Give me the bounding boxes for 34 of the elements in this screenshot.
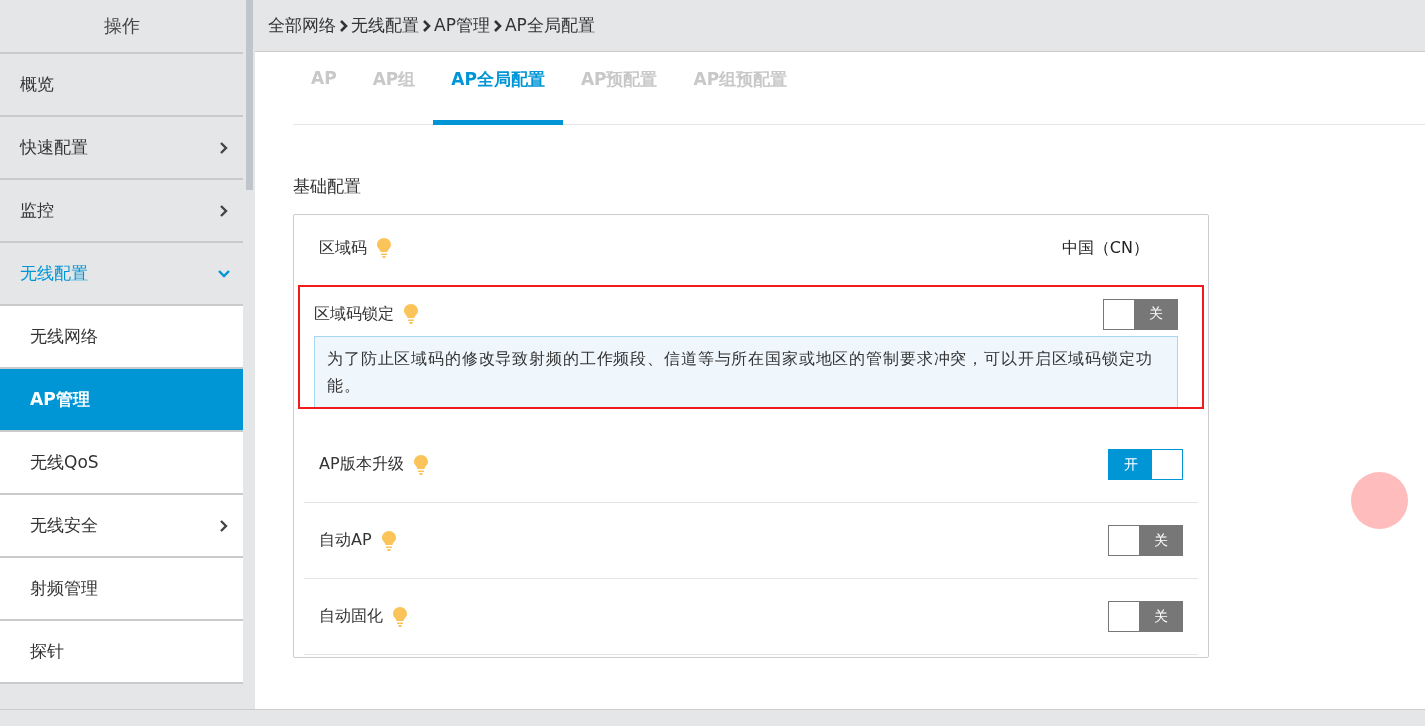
lightbulb-icon[interactable]: [404, 304, 418, 324]
breadcrumb-item[interactable]: AP全局配置: [504, 14, 595, 37]
toggle-switch[interactable]: 关: [1108, 601, 1183, 632]
chevron-icon: [219, 518, 229, 533]
scrollbar[interactable]: [243, 0, 255, 709]
setting-label: AP版本升级: [319, 454, 404, 475]
chevron-icon: [219, 140, 229, 155]
breadcrumb-item[interactable]: 全部网络: [268, 14, 336, 37]
chevron-icon: [339, 18, 348, 33]
breadcrumb-item[interactable]: AP管理: [434, 14, 490, 37]
setting-label: 区域码: [319, 237, 367, 259]
lightbulb-icon[interactable]: [393, 606, 407, 627]
description-text: 为了防止区域码的修改导致射频的工作频段、信道等与所在国家或地区的管制要求冲突，可以开启区域码锁定功能。: [314, 336, 1178, 407]
setting-label: 自动固化: [319, 606, 383, 627]
toggle-switch[interactable]: 关: [1103, 298, 1178, 330]
section-title: 基础配置: [293, 175, 362, 198]
sidebar-subitem[interactable]: 无线安全: [0, 495, 243, 558]
lightbulb-icon[interactable]: [413, 454, 428, 475]
chevron-icon: [492, 18, 502, 33]
breadcrumb-item[interactable]: 无线配置: [351, 14, 419, 37]
sidebar-subitem[interactable]: 射频管理: [0, 558, 243, 621]
lightbulb-icon[interactable]: [377, 238, 391, 258]
lightbulb-icon[interactable]: [381, 530, 396, 551]
setting-label: 区域码锁定: [314, 303, 394, 325]
sidebar-subitem[interactable]: 无线网络: [0, 306, 243, 369]
chevron-icon: [422, 18, 431, 33]
chevron-icon: [217, 268, 231, 279]
chevron-icon: [219, 203, 229, 218]
sidebar-subitem[interactable]: 无线QoS: [0, 432, 243, 495]
toggle-switch[interactable]: 关: [1108, 525, 1183, 556]
setting-label: 自动AP: [319, 530, 372, 551]
setting-value: 中国（CN）: [1061, 237, 1149, 259]
sidebar-subitem[interactable]: 探针: [0, 621, 243, 684]
click-marker: [1351, 472, 1408, 529]
